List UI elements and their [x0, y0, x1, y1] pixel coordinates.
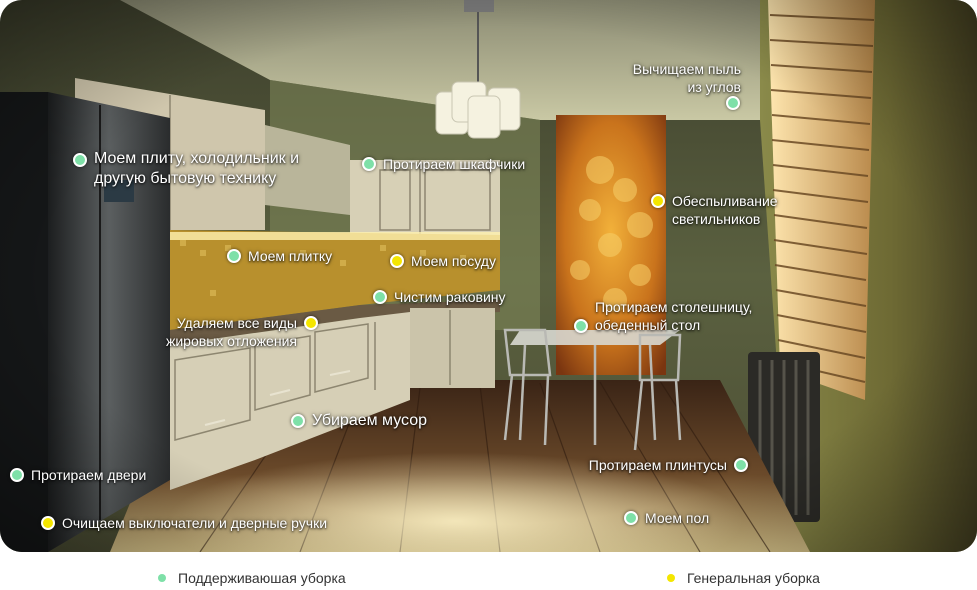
hotspot-label: Моем пол [645, 510, 710, 526]
appliances-marker [73, 153, 87, 167]
hotspot-label: Моем посуду [411, 253, 496, 269]
kitchen-illustration [0, 0, 977, 552]
legend-general-dot [667, 574, 675, 582]
hotspot-label: Убираем мусор [312, 412, 428, 429]
kitchen-photo: Вычищаем пыль из углов Моем плиту, холод… [0, 0, 977, 552]
hotspot-label: Протираем плинтусы [588, 457, 727, 473]
legend-general-label: Генеральная уборка [687, 570, 820, 586]
floor-marker [624, 511, 638, 525]
baseboards-marker [734, 458, 748, 472]
lamps-marker [651, 194, 665, 208]
dust-corners-marker[interactable] [726, 96, 740, 110]
cabinets-marker [362, 157, 376, 171]
hotspot-lamps[interactable]: Обеспыливание светильников [651, 192, 778, 228]
legend-maintenance-label: Поддерживаюшая уборка [178, 570, 346, 586]
countertop-marker [574, 319, 588, 333]
legend-general: Генеральная уборка [667, 569, 820, 587]
hotspot-grease[interactable]: Удаляем все виды жировых отложения [166, 314, 318, 350]
hotspot-floor[interactable]: Моем пол [624, 509, 709, 527]
hotspot-cabinets[interactable]: Протираем шкафчики [362, 155, 525, 173]
hotspot-label: Протираем шкафчики [383, 156, 526, 172]
hotspot-tiles[interactable]: Моем плитку [227, 247, 332, 265]
sink-marker [373, 290, 387, 304]
hotspot-label: Очищаем выключатели и дверные ручки [62, 515, 328, 531]
hotspot-label: Вычищаем пыль из углов [632, 61, 741, 95]
hotspot-dust-corners[interactable]: Вычищаем пыль из углов [633, 60, 741, 96]
hotspot-label: Моем плитку [248, 248, 333, 264]
hotspot-countertop[interactable]: Протираем столешницу, обеденный стол [574, 298, 752, 334]
legend-maintenance-dot [158, 574, 166, 582]
switches-marker [41, 516, 55, 530]
hotspot-doors[interactable]: Протираем двери [10, 466, 146, 484]
hotspot-label: Протираем двери [31, 467, 147, 483]
grease-marker [303, 316, 318, 330]
trash-marker [291, 414, 305, 428]
hotspot-appliances[interactable]: Моем плиту, холодильник и другую бытовую… [73, 149, 299, 189]
legend-maintenance: Поддерживаюшая уборка [158, 569, 346, 587]
hotspot-label: Чистим раковину [394, 289, 506, 305]
hotspot-switches[interactable]: Очищаем выключатели и дверные ручки [41, 514, 327, 532]
hotspot-label: Протираем столешницу, обеденный стол [595, 299, 753, 333]
hotspot-baseboards[interactable]: Протираем плинтусы [589, 456, 748, 474]
hotspot-label: Моем плиту, холодильник и другую бытовую… [94, 150, 300, 187]
dishes-marker [390, 254, 404, 268]
hotspot-label: Удаляем все виды жировых отложения [166, 315, 297, 349]
doors-marker [10, 468, 24, 482]
hotspot-label: Обеспыливание светильников [672, 193, 778, 227]
hotspot-dishes[interactable]: Моем посуду [390, 252, 496, 270]
hotspot-trash[interactable]: Убираем мусор [291, 411, 427, 431]
tiles-marker [227, 249, 241, 263]
hotspot-sink[interactable]: Чистим раковину [373, 288, 506, 306]
